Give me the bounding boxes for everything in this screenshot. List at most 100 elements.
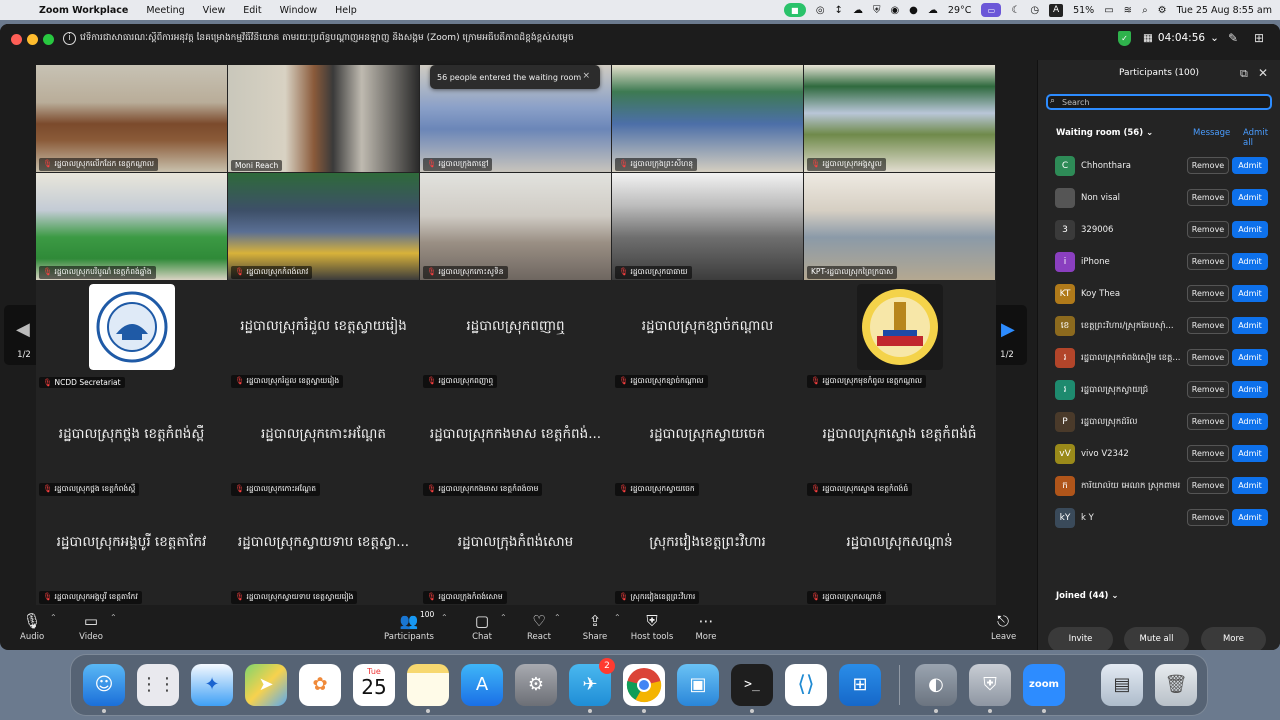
menu-edit[interactable]: Edit (234, 5, 270, 16)
remove-button[interactable]: Remove (1187, 477, 1229, 494)
name-tile[interactable]: រដ្ឋបាលស្រុកសណ្តាន់ 🎙 រដ្ឋបាលស្រុកសណ្តាន់ (804, 498, 995, 605)
chat-button[interactable]: ▢ Chat (470, 610, 494, 642)
close-notification-icon[interactable]: × (582, 71, 590, 81)
leave-button[interactable]: ⎋ Leave (991, 610, 1016, 642)
message-waiting-room-link[interactable]: Message (1193, 128, 1230, 138)
video-tile-active-speaker[interactable]: Moni Reach (228, 65, 419, 172)
menu-help[interactable]: Help (326, 5, 366, 16)
name-tile[interactable]: រដ្ឋបាលស្រុកកោះអណ្តែត 🎙 រដ្ឋបាលស្រុកកោះអណ… (228, 390, 419, 497)
downloads-folder-icon[interactable]: ▤ (1101, 664, 1143, 706)
remove-button[interactable]: Remove (1187, 317, 1229, 334)
maps-icon[interactable]: ➤ (245, 664, 287, 706)
datetime[interactable]: Tue 25 Aug 8:55 am (1177, 5, 1272, 16)
remove-button[interactable]: Remove (1187, 349, 1229, 366)
calendar-icon[interactable]: Tue 25 (353, 664, 395, 706)
admit-button[interactable]: Admit (1232, 381, 1268, 398)
name-tile[interactable]: រដ្ឋបាលស្រុកអង្គបូរី ខេត្តតាកែវ 🎙 រដ្ឋបាល… (36, 498, 227, 605)
admit-button[interactable]: Admit (1232, 157, 1268, 174)
waiting-room-header[interactable]: Waiting room (56) ⌄ (1056, 128, 1153, 138)
notes-icon[interactable] (407, 664, 449, 713)
fullscreen-window-button[interactable] (43, 34, 54, 45)
annotate-pencil-icon[interactable]: ✎ (1228, 31, 1238, 45)
close-window-button[interactable] (11, 34, 22, 45)
video-tile[interactable]: 🎙 រដ្ឋបាលក្រុងព្រះសីហនុ (612, 65, 803, 172)
control-center-icon[interactable]: ⚙ (1158, 5, 1167, 16)
video-tile[interactable]: 🎙 រដ្ឋបាលស្រុកកំពង់លាវ (228, 173, 419, 280)
screen-time-icon[interactable]: ◷ (1030, 5, 1039, 16)
name-tile[interactable]: រដ្ឋបាលក្រុងកំពង់សោម 🎙 រដ្ឋបាលក្រុងកំពង់ស… (420, 498, 611, 605)
security-icon[interactable]: ⛨ (873, 5, 881, 16)
remove-button[interactable]: Remove (1187, 189, 1229, 206)
weather-icon[interactable]: ☁ (928, 5, 938, 16)
video-tile[interactable]: 🎙 រដ្ឋបាលស្រុកលើកដែក ខេត្តកណ្តាល (36, 65, 227, 172)
preview-icon[interactable]: ▣ (677, 664, 719, 706)
windows-app-icon[interactable]: ⊞ (839, 664, 881, 706)
video-button[interactable]: ▭ Video (78, 610, 104, 642)
mute-all-button[interactable]: Mute all (1124, 627, 1189, 650)
admit-button[interactable]: Admit (1232, 317, 1268, 334)
remove-button[interactable]: Remove (1187, 253, 1229, 270)
minimize-window-button[interactable] (27, 34, 38, 45)
admit-button[interactable]: Admit (1232, 445, 1268, 462)
more-button[interactable]: ⋯ More (694, 610, 718, 642)
search-input[interactable] (1062, 96, 1262, 108)
input-source-icon[interactable]: A (1049, 3, 1064, 17)
name-tile[interactable]: រដ្ឋបាលស្រុកស្វាយទាប ខេត្តស្វា... 🎙 រដ្ឋប… (228, 498, 419, 605)
wifi-icon[interactable]: ≋ (1124, 5, 1132, 16)
name-tile[interactable]: ស្រុករវៀងខេត្តព្រះវិហារ 🎙 ស្រុករវៀងខេត្តព… (612, 498, 803, 605)
terminal-icon[interactable]: >_ (731, 664, 773, 713)
admit-button[interactable]: Admit (1232, 413, 1268, 430)
zoom-video-status-icon[interactable]: ■ (783, 3, 806, 17)
system-settings-icon[interactable]: ⚙ (515, 664, 557, 706)
admit-button[interactable]: Admit (1232, 253, 1268, 270)
participant-search[interactable]: ⌕ (1046, 94, 1272, 110)
video-tile[interactable]: 🎙 រដ្ឋបាលស្រុកកោះសូទិន (420, 173, 611, 280)
remove-button[interactable]: Remove (1187, 445, 1229, 462)
name-tile[interactable]: រដ្ឋបាលស្រុករំដួល ខេត្តស្វាយរៀង 🎙 រដ្ឋបាល… (228, 282, 419, 389)
menu-window[interactable]: Window (271, 5, 326, 16)
remove-button[interactable]: Remove (1187, 381, 1229, 398)
pop-out-icon[interactable]: ⧉ (1240, 67, 1248, 81)
name-tile[interactable]: រដ្ឋបាលស្រុកខ្សាច់កណ្តាល 🎙 រដ្ឋបាលស្រុកខ្… (612, 282, 803, 389)
host-tools-button[interactable]: ⛨ Host tools (630, 610, 674, 642)
meeting-timer[interactable]: ▦ 04:04:56 ⌄ (1143, 32, 1219, 44)
transfer-icon[interactable]: ↕ (835, 5, 843, 16)
audio-button[interactable]: 🎙 Audio (20, 610, 44, 642)
name-tile[interactable]: រដ្ឋបាលស្រុកកងមាស ខេត្តកំពង់... 🎙 រដ្ឋបាល… (420, 390, 611, 497)
tableplus-icon[interactable]: ◐ (915, 664, 957, 713)
zoom-icon[interactable]: zoom (1023, 664, 1065, 713)
photos-icon[interactable]: ✿ (299, 664, 341, 706)
app-store-icon[interactable]: A (461, 664, 503, 706)
menu-meeting[interactable]: Meeting (137, 5, 193, 16)
admit-button[interactable]: Admit (1232, 477, 1268, 494)
name-tile[interactable]: 🎙 NCDD Secretariat (36, 282, 227, 389)
search-icon[interactable]: ⌕ (1142, 5, 1148, 16)
admit-button[interactable]: Admit (1232, 349, 1268, 366)
admit-button[interactable]: Admit (1232, 189, 1268, 206)
telegram-icon[interactable]: ✈ 2 (569, 658, 615, 713)
stage-manager-icon[interactable]: ▭ (981, 3, 1002, 17)
close-icon[interactable]: ✕ (1258, 66, 1268, 80)
grammarly-icon[interactable]: ◎ (816, 5, 825, 16)
video-tile[interactable]: 🎙 រដ្ឋបាលស្រុកបាធាយ (612, 173, 803, 280)
react-button[interactable]: ♡ React (526, 610, 552, 642)
remove-button[interactable]: Remove (1187, 285, 1229, 302)
video-tile[interactable]: KPT-រដ្ឋបាលស្រុកព្រៃក្របាស (804, 173, 995, 280)
participants-button[interactable]: 👥 100 Participants (384, 610, 434, 642)
meeting-info-icon[interactable]: i (63, 32, 76, 45)
name-tile[interactable]: រដ្ឋបាលស្រុកស្ទោង ខេត្តកំពង់ធំ 🎙 រដ្ឋបាលស… (804, 390, 995, 497)
name-tile[interactable]: រដ្ឋបាលស្រុកស្វាយចេក 🎙 រដ្ឋបាលស្រុកស្វាយច… (612, 390, 803, 497)
name-tile[interactable]: រដ្ឋបាលស្រុកពញាឮ 🎙 រដ្ឋបាលស្រុកពញាឮ (420, 282, 611, 389)
focus-moon-icon[interactable]: ☾ (1011, 5, 1020, 16)
finder-icon[interactable]: ☺ (83, 664, 125, 713)
invite-button[interactable]: Invite (1048, 627, 1113, 650)
encryption-shield-icon[interactable]: ✓ (1118, 31, 1131, 46)
vscode-icon[interactable]: ⟨⟩ (785, 664, 827, 706)
launchpad-icon[interactable]: ⋮⋮ (137, 664, 179, 706)
weather-text[interactable]: 29°C (948, 5, 971, 16)
chat-icon[interactable]: ◉ (890, 5, 899, 16)
waiting-room-notification[interactable]: 56 people entered the waiting room × (430, 65, 600, 89)
name-tile[interactable]: រដ្ឋបាលស្រុកថ្ពង ខេត្តកំពង់ស្ពឺ 🎙 រដ្ឋបាល… (36, 390, 227, 497)
safari-icon[interactable]: ✦ (191, 664, 233, 706)
more-options-button[interactable]: More (1201, 627, 1266, 650)
